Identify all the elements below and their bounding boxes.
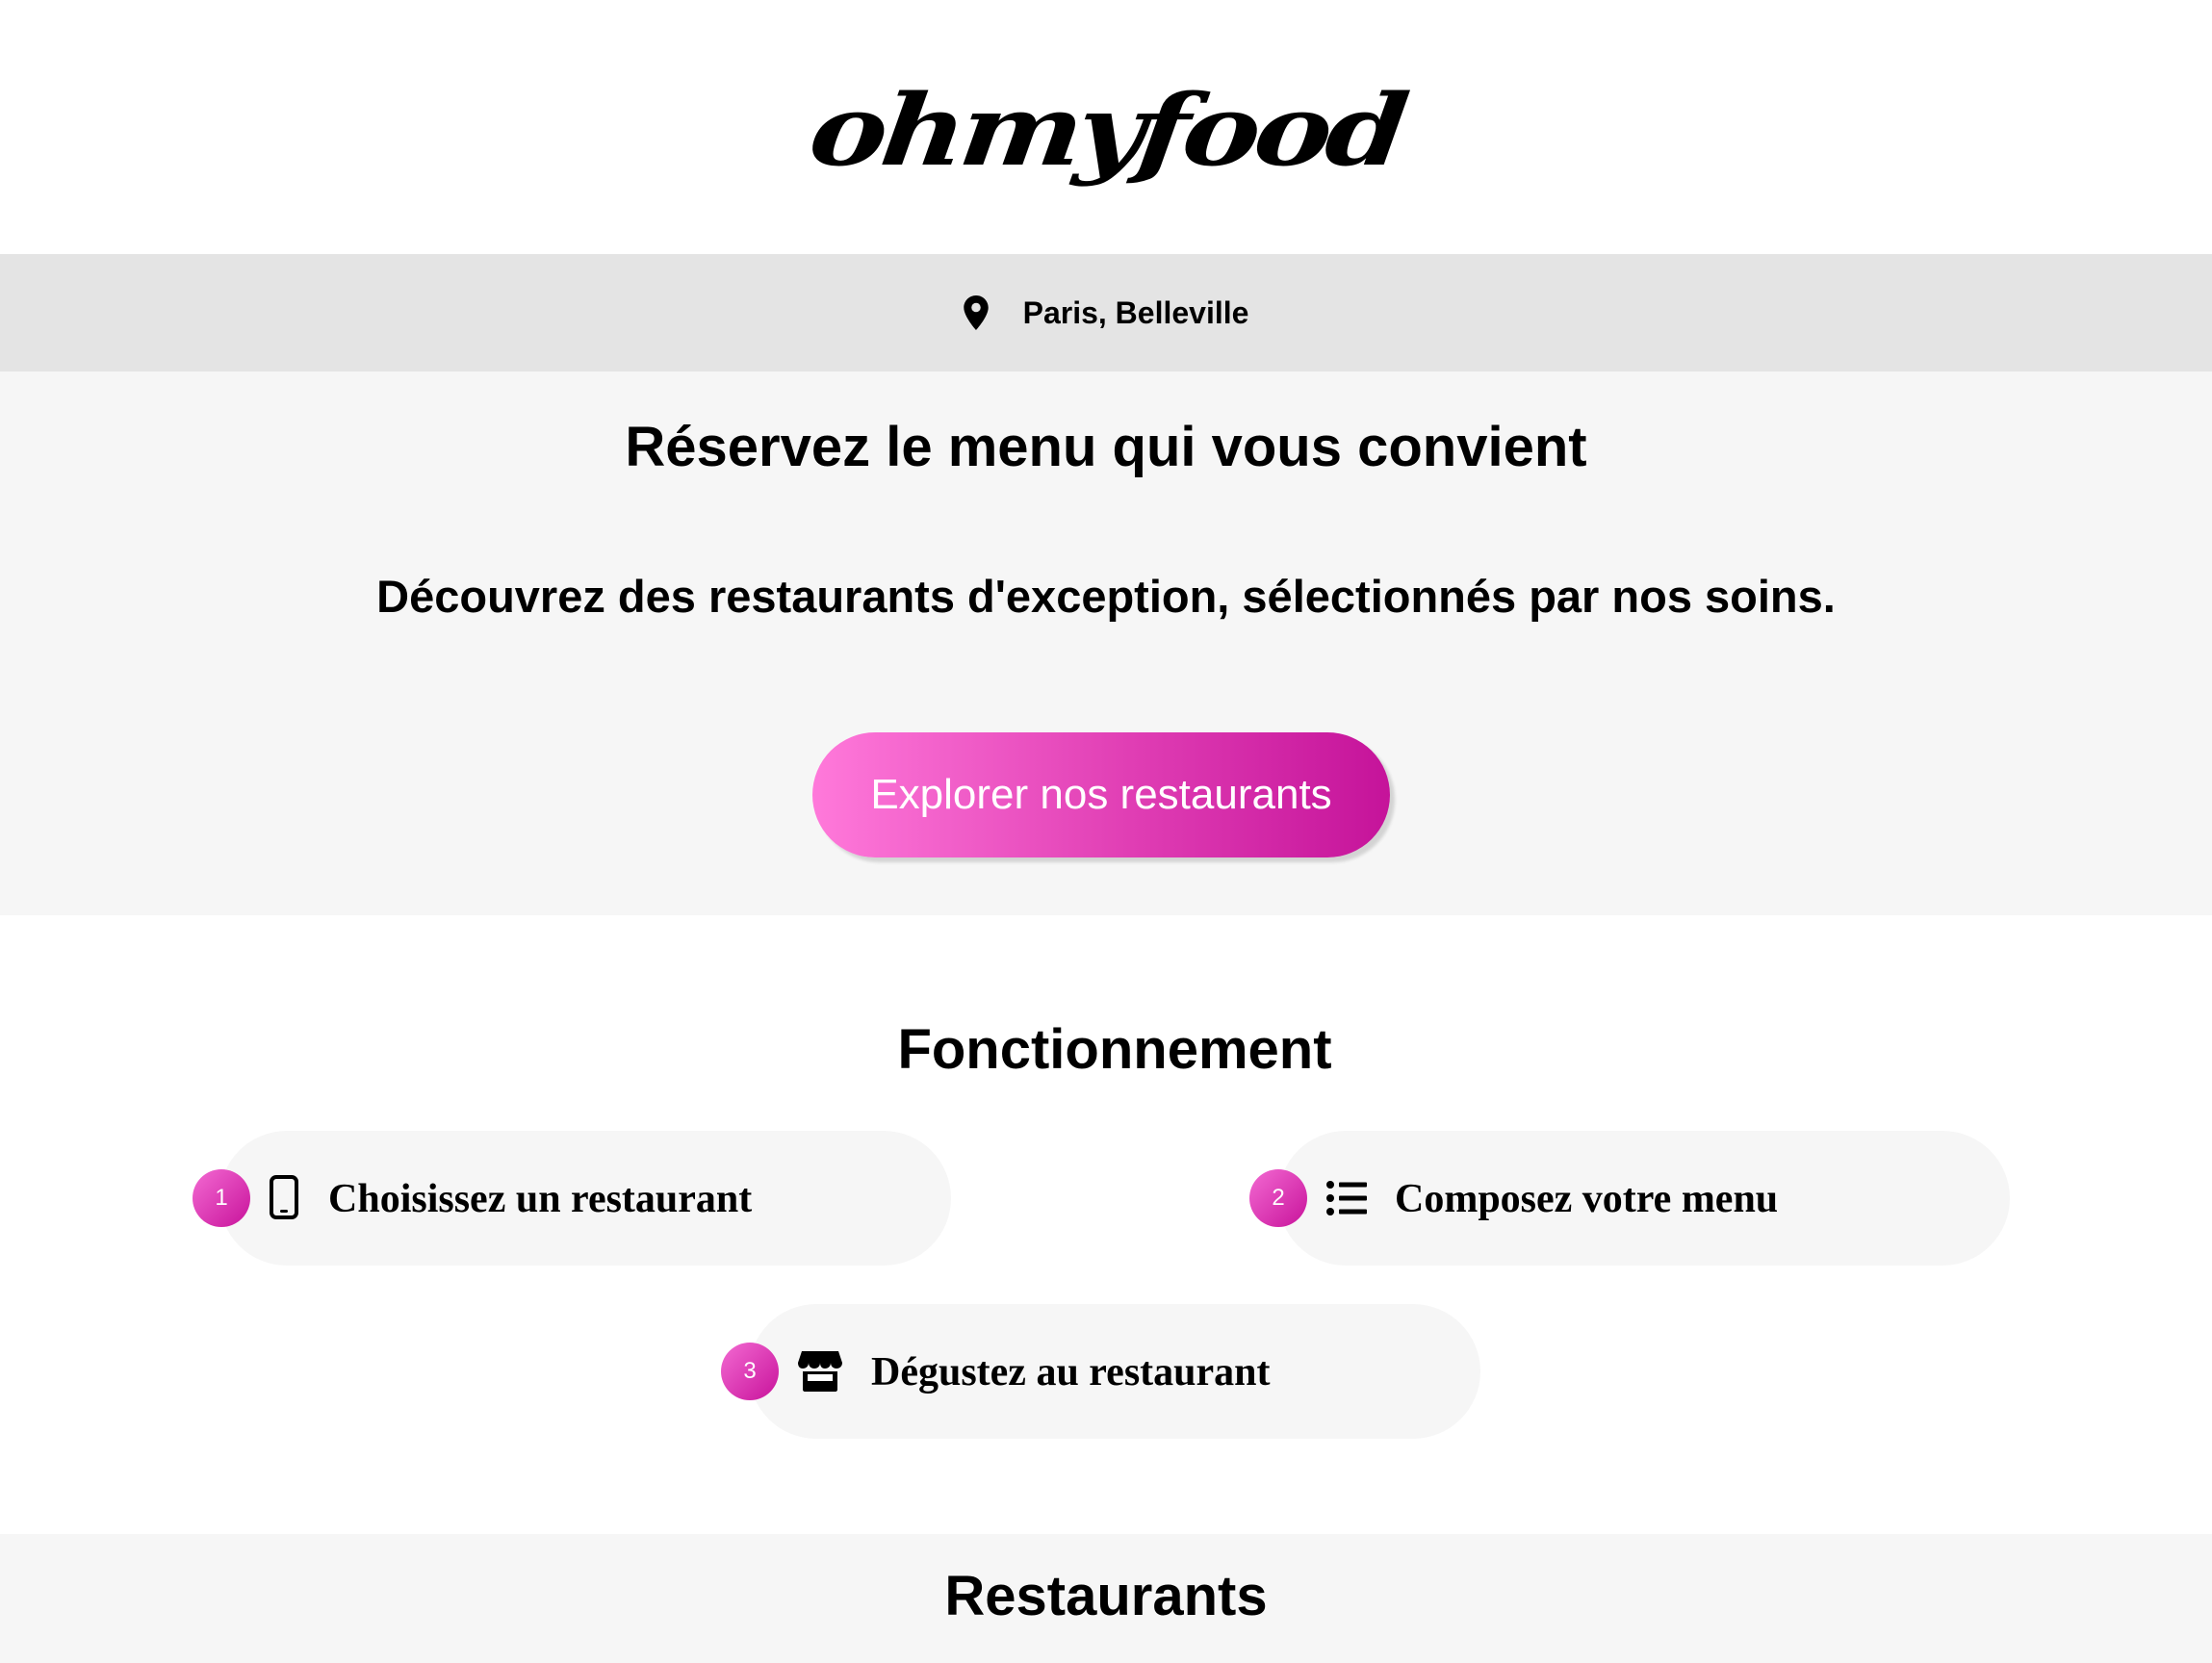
location-bar: Paris, Belleville <box>0 254 2212 371</box>
logo[interactable]: ohmyfood <box>803 73 1408 189</box>
smartphone-icon <box>270 1175 298 1224</box>
list-icon <box>1326 1181 1367 1220</box>
site-header: ohmyfood <box>0 0 2212 254</box>
location-inner: Paris, Belleville <box>963 294 1249 331</box>
store-icon <box>798 1349 842 1396</box>
hero-section: Réservez le menu qui vous convient Décou… <box>0 371 2212 915</box>
explore-restaurants-button[interactable]: Explorer nos restaurants <box>812 732 1390 857</box>
how-it-works-title: Fonctionnement <box>897 1018 1332 1081</box>
hero-title: Réservez le menu qui vous convient <box>625 416 1587 478</box>
step-number-badge: 2 <box>1249 1169 1307 1227</box>
hero-subtitle: Découvrez des restaurants d'exception, s… <box>376 571 1836 622</box>
restaurants-title: Restaurants <box>944 1565 1268 1627</box>
step-number-badge: 3 <box>721 1343 779 1400</box>
step-label: Composez votre menu <box>1395 1177 1779 1221</box>
step-label: Choisissez un restaurant <box>328 1177 753 1221</box>
location-text: Paris, Belleville <box>1022 294 1249 330</box>
map-pin-icon <box>963 295 989 330</box>
restaurants-section: Restaurants <box>0 1534 2212 1663</box>
step-label: Dégustez au restaurant <box>871 1350 1271 1394</box>
step-number-badge: 1 <box>193 1169 250 1227</box>
